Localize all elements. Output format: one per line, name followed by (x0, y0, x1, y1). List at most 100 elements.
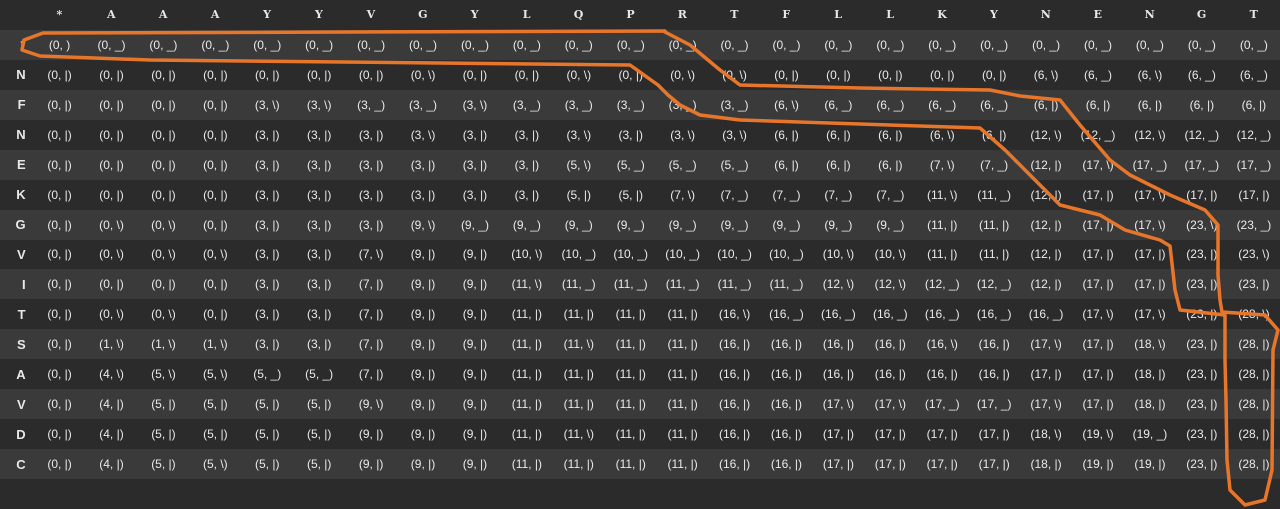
matrix-cell: (11, |) (615, 457, 646, 472)
matrix-cell: (3, _) (564, 97, 593, 112)
matrix-cell: (0, |) (774, 67, 799, 82)
column-header: Y (315, 8, 324, 22)
matrix-cell: (9, |) (462, 307, 488, 322)
matrix-cell: (17, |) (1082, 217, 1114, 232)
matrix-cell: (3, |) (358, 127, 384, 142)
column-header: L (834, 8, 843, 22)
matrix-cell: (12, _) (1080, 127, 1116, 142)
matrix-cell: (0, |) (99, 187, 124, 202)
matrix-cell: (5, |) (255, 397, 280, 412)
matrix-cell: (17, _) (1184, 157, 1220, 172)
matrix-cell: (17, \) (1082, 307, 1114, 322)
matrix-cell: (28, |) (1238, 397, 1270, 412)
matrix-cell: (11, |) (563, 307, 594, 322)
matrix-cell: (3, \) (722, 127, 747, 142)
matrix-cell: (0, _) (460, 37, 489, 52)
matrix-cell: (16, \) (926, 337, 958, 352)
matrix-cell: (9, |) (410, 397, 436, 412)
matrix-cell: (19, _) (1132, 427, 1168, 442)
matrix-cell: (0, _) (305, 37, 334, 52)
matrix-cell: (17, |) (926, 457, 958, 472)
matrix-cell: (9, |) (462, 277, 488, 292)
corner-cell (0, 0, 34, 30)
matrix-cell: (12, _) (976, 277, 1012, 292)
matrix-cell: (9, _) (668, 217, 697, 232)
matrix-cell: (3, |) (514, 187, 540, 202)
matrix-cell: (0, |) (930, 67, 955, 82)
matrix-cell: (3, |) (358, 217, 384, 232)
matrix-cell: (16, |) (770, 337, 803, 352)
matrix-cell: (16, |) (718, 337, 751, 352)
matrix-cell: (3, |) (255, 187, 280, 202)
matrix-cell: (0, |) (203, 127, 228, 142)
matrix-cell: (5, _) (720, 157, 749, 172)
matrix-cell: (3, |) (306, 337, 332, 352)
matrix-cell: (0, |) (47, 97, 72, 112)
matrix-cell: (0, |) (306, 67, 332, 82)
matrix-cell: (3, |) (514, 127, 540, 142)
matrix-cell: (6, _) (876, 97, 905, 112)
matrix-cell: (5, \) (203, 367, 228, 382)
matrix-cell: (18, |) (1134, 367, 1166, 382)
matrix-cell: (4, |) (99, 397, 124, 412)
matrix-cell: (23, |) (1186, 367, 1218, 382)
matrix-cell: (3, |) (358, 157, 384, 172)
matrix-cell: (3, |) (410, 157, 436, 172)
matrix-cell: (5, |) (151, 397, 176, 412)
matrix-cell: (3, |) (462, 187, 488, 202)
matrix-cell: (0, _) (409, 37, 438, 52)
matrix-cell: (7, _) (772, 187, 801, 202)
matrix-cell: (0, |) (99, 157, 124, 172)
matrix-cell: (6, |) (878, 127, 903, 142)
matrix-cell: (0, |) (47, 277, 72, 292)
matrix-cell: (0, _) (97, 37, 126, 52)
matrix-cell: (6, |) (826, 157, 851, 172)
matrix-cell: (3, |) (410, 187, 436, 202)
matrix-cell: (0, _) (1135, 37, 1164, 52)
row-header: T (17, 306, 26, 322)
matrix-cell: (5, _) (305, 367, 334, 382)
matrix-cell: (0, _) (201, 37, 230, 52)
matrix-cell: (0, \) (99, 217, 124, 232)
matrix-cell: (12, |) (1030, 247, 1062, 262)
matrix-cell: (9, _) (512, 217, 541, 232)
row-header: V (16, 396, 26, 412)
matrix-cell: (17, \) (874, 397, 906, 412)
matrix-cell: (11, |) (667, 337, 698, 352)
matrix-cell: (0, _) (980, 37, 1009, 52)
matrix-cell: (0, |) (99, 97, 124, 112)
matrix-cell: (11, \) (563, 427, 595, 442)
matrix-cell: (23, |) (1186, 397, 1218, 412)
matrix-cell: (0, |) (151, 67, 176, 82)
matrix-cell: (10, _) (613, 247, 649, 262)
matrix-cell: (3, _) (720, 97, 749, 112)
matrix-cell: (0, |) (99, 127, 124, 142)
matrix-cell: (6, _) (1187, 67, 1216, 82)
matrix-cell: (11, |) (511, 307, 542, 322)
matrix-cell: (0, |) (203, 97, 228, 112)
matrix-cell: (12, |) (1030, 277, 1062, 292)
row-header: K (16, 187, 26, 203)
matrix-cell: (16, _) (1028, 307, 1064, 322)
matrix-cell: (3, \) (566, 127, 592, 142)
matrix-cell: (18, \) (1030, 427, 1062, 442)
matrix-cell: (6, \) (1033, 67, 1059, 82)
matrix-cell: (5, |) (306, 427, 332, 442)
matrix-cell: (9, _) (460, 217, 489, 232)
matrix-cell: (6, _) (928, 97, 957, 112)
matrix-cell: (11, |) (615, 337, 646, 352)
matrix-cell: (16, _) (976, 307, 1012, 322)
matrix-cell: (3, _) (668, 97, 697, 112)
matrix-cell: (16, |) (926, 367, 958, 382)
matrix-cell: (11, |) (667, 457, 698, 472)
matrix-cell: (11, _) (613, 277, 648, 292)
matrix-cell: (7, _) (980, 157, 1009, 172)
matrix-cell: (17, \) (1030, 397, 1062, 412)
row-header: N (16, 127, 26, 143)
matrix-row: I (0, |) (0, |) (0, |) (0, |) (3, |) (3, |) (7,… (0, 269, 1280, 300)
matrix-cell: (12, _) (1236, 127, 1272, 142)
matrix-cell: (0, |) (47, 67, 72, 82)
matrix-cell: (18, |) (1030, 457, 1062, 472)
column-header: G (1196, 8, 1207, 22)
matrix-cell: (7, _) (824, 187, 853, 202)
